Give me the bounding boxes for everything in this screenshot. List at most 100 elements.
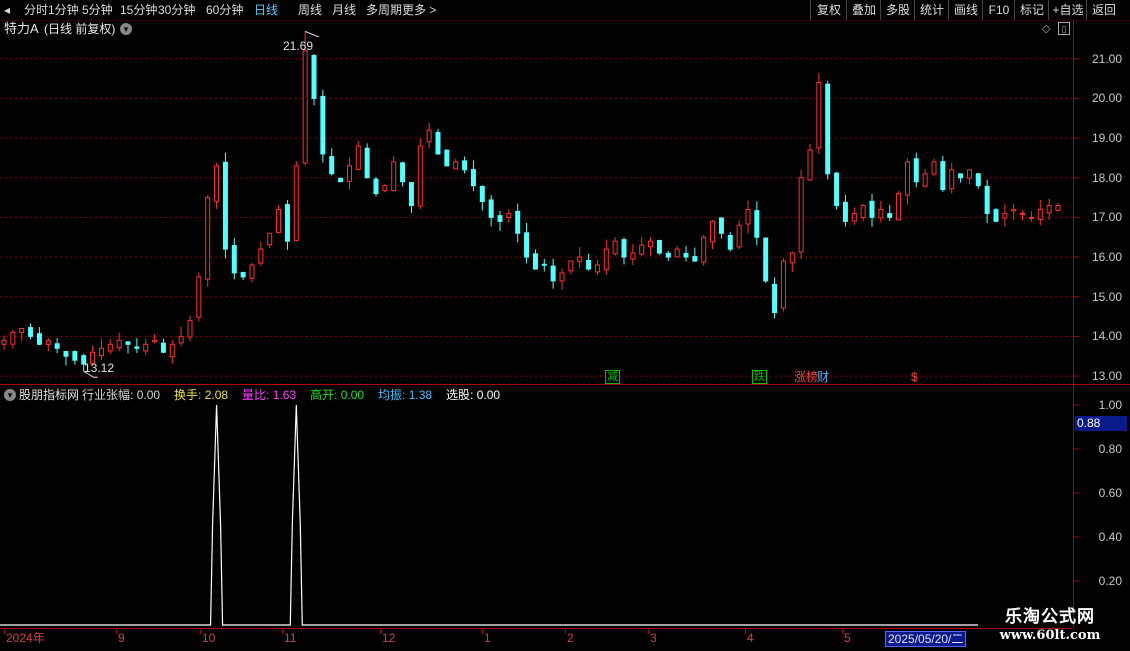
candle-body	[1020, 212, 1026, 215]
marker-dollar[interactable]: $	[911, 370, 918, 384]
indicator-item-value: 0.00	[136, 388, 161, 402]
indicator-item-label: 高开	[310, 388, 335, 402]
price-tick-label: 17.00	[1091, 210, 1122, 225]
indicator-item: 均振: 1.38	[378, 388, 433, 402]
date-axis-label: 3	[650, 631, 657, 645]
candle-body	[940, 161, 946, 191]
date-axis-label: 2	[567, 631, 574, 645]
candle-body	[568, 260, 574, 272]
candle-body	[710, 220, 716, 243]
candle-body	[594, 264, 600, 273]
candle-body	[506, 212, 512, 219]
candle-body	[1002, 212, 1008, 219]
candle-body	[160, 342, 166, 353]
candle-body	[754, 210, 760, 238]
candle-body	[656, 240, 662, 254]
candle-body	[683, 252, 689, 258]
marker-reduce[interactable]: 减	[605, 370, 620, 384]
candle-body	[453, 161, 459, 170]
candle-body	[718, 217, 724, 234]
candle-body	[169, 343, 175, 358]
candle-body	[922, 173, 928, 187]
candle-body	[444, 149, 450, 167]
indicator-item-label: 均振	[378, 388, 403, 402]
indicator-item-value: 1.63	[272, 388, 297, 402]
candle-body	[1037, 208, 1043, 220]
candlestick-series	[1, 30, 1061, 378]
date-axis-label: 2024年	[6, 631, 45, 645]
candle-body	[515, 210, 521, 234]
candle-body	[346, 165, 352, 182]
marker-limit-up[interactable]: 涨	[794, 370, 806, 384]
indicator-item-value: 1.38	[408, 388, 433, 402]
indicator-item: 行业张幅: 0.00	[82, 388, 161, 402]
date-axis-tick	[745, 629, 746, 634]
candle-body	[391, 161, 397, 192]
indicator-item-value: 2.08	[204, 388, 229, 402]
candle-body	[780, 260, 786, 309]
candle-body	[462, 160, 468, 171]
candle-body	[240, 271, 246, 278]
price-tick-label: 13.00	[1091, 369, 1122, 384]
candle-body	[665, 252, 671, 258]
candle-body	[134, 346, 140, 349]
candle-body	[479, 185, 485, 203]
candle-body	[701, 236, 707, 263]
candle-body	[488, 199, 494, 218]
candle-body	[550, 265, 556, 282]
candle-body	[931, 161, 937, 175]
date-axis-tick	[380, 629, 381, 634]
marker-fall[interactable]: 跌	[752, 370, 767, 384]
candle-body	[1011, 208, 1017, 212]
price-tick-label: 18.00	[1091, 170, 1122, 185]
candle-body	[1028, 216, 1034, 219]
price-tick-label: 16.00	[1091, 250, 1122, 265]
candle-body	[222, 161, 228, 250]
candle-body	[763, 237, 769, 282]
candle-body	[125, 341, 131, 345]
date-axis-tick	[648, 629, 649, 634]
candle-body	[772, 283, 778, 314]
candle-body	[72, 351, 78, 361]
date-axis-tick	[116, 629, 117, 634]
date-axis-label: 1	[484, 631, 491, 645]
price-tick-label: 14.00	[1091, 329, 1122, 344]
candle-body	[1046, 205, 1052, 214]
indicator-series	[0, 404, 978, 626]
candle-body	[19, 327, 25, 333]
panel-separator[interactable]	[0, 384, 1130, 385]
candle-body	[382, 185, 388, 192]
date-axis-label: 5	[844, 631, 851, 645]
candle-body	[116, 339, 122, 349]
indicator-item: 选股: 0.00	[446, 388, 501, 402]
candlestick-chart[interactable]	[0, 0, 1130, 650]
candle-body	[541, 263, 547, 266]
candle-body	[896, 193, 902, 221]
candle-body	[887, 213, 893, 218]
price-tick-label: 15.00	[1091, 289, 1122, 304]
indicator-current-value: 0.88	[1075, 416, 1127, 431]
price-high-label: 21.69	[283, 39, 314, 53]
marker-finance[interactable]: 财	[817, 370, 829, 384]
indicator-header: ▾ 股朋指标网 行业张幅: 0.00 换手: 2.08 量比: 1.63 高开: 0.…	[0, 387, 1073, 403]
indicator-item: 量比: 1.63	[242, 388, 297, 402]
candle-body	[36, 333, 42, 345]
indicator-tick-label: 1.00	[1098, 398, 1122, 412]
candle-body	[984, 185, 990, 214]
candle-body	[320, 95, 326, 155]
indicator-item-label: 选股	[446, 388, 471, 402]
indicator-name[interactable]: 股朋指标网	[19, 388, 79, 402]
candle-body	[355, 145, 361, 170]
candle-body	[400, 162, 406, 183]
candle-body	[63, 351, 69, 357]
chevron-down-icon[interactable]: ▾	[4, 389, 16, 401]
price-low-label: 13.12	[84, 361, 115, 375]
candle-body	[338, 177, 344, 183]
indicator-tick-label: 0.80	[1098, 442, 1122, 456]
candle-body	[364, 147, 370, 179]
candle-body	[975, 173, 981, 187]
date-axis-tick	[200, 629, 201, 634]
indicator-tick-label: 0.40	[1098, 530, 1122, 544]
candle-body	[152, 339, 158, 343]
candle-body	[426, 129, 432, 143]
